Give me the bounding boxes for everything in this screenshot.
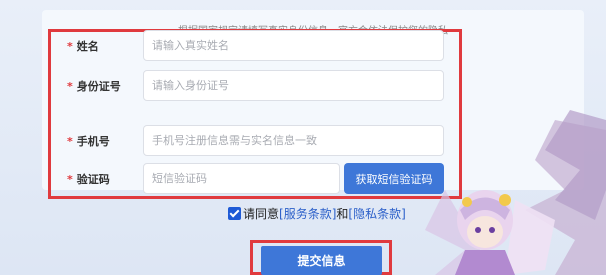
verify-code-label: * 验证码 (67, 173, 110, 186)
service-terms-link[interactable]: [服务条款] (279, 205, 336, 222)
name-label: * 姓名 (67, 40, 99, 53)
phone-input[interactable] (143, 125, 444, 156)
phone-label: * 手机号 (67, 135, 110, 148)
name-row: * 姓名 (0, 30, 606, 62)
agree-checkbox[interactable] (228, 206, 241, 220)
verify-code-input[interactable] (143, 163, 340, 194)
submit-button[interactable]: 提交信息 (261, 246, 382, 275)
agreement-line: 请同意 [服务条款] 和 [隐私条款] (228, 205, 406, 221)
privacy-terms-link[interactable]: [隐私条款] (348, 205, 405, 222)
id-number-label: * 身份证号 (67, 80, 121, 93)
fairy-character-illustration (425, 110, 606, 275)
id-number-row: * 身份证号 (0, 70, 606, 102)
id-number-input[interactable] (143, 70, 444, 101)
agreement-conjunction: 和 (336, 206, 349, 221)
name-input[interactable] (143, 30, 444, 61)
agreement-prefix: 请同意 (243, 206, 280, 221)
